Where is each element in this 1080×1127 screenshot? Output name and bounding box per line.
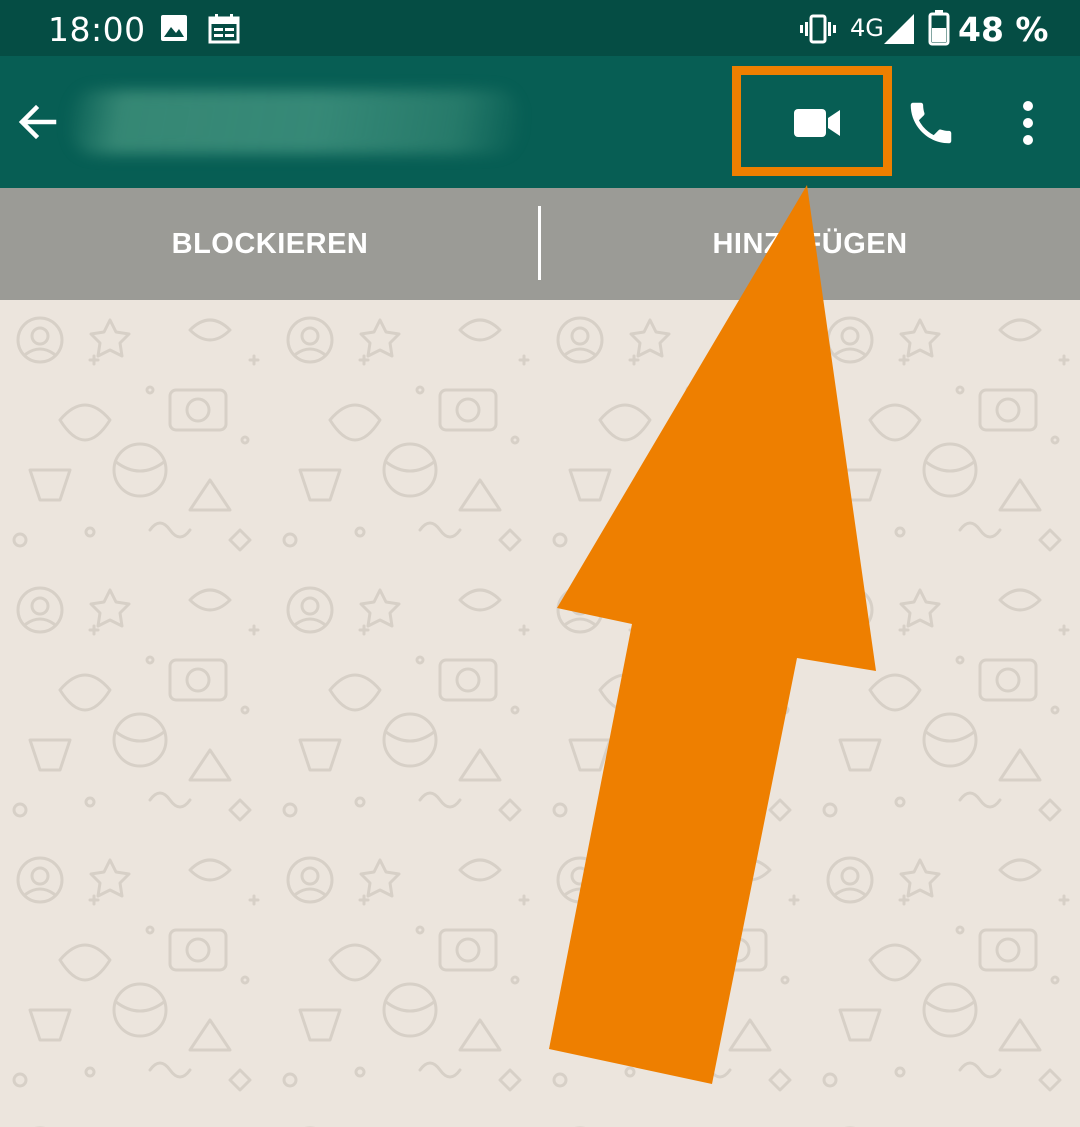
annotation-arrow xyxy=(549,185,876,1084)
